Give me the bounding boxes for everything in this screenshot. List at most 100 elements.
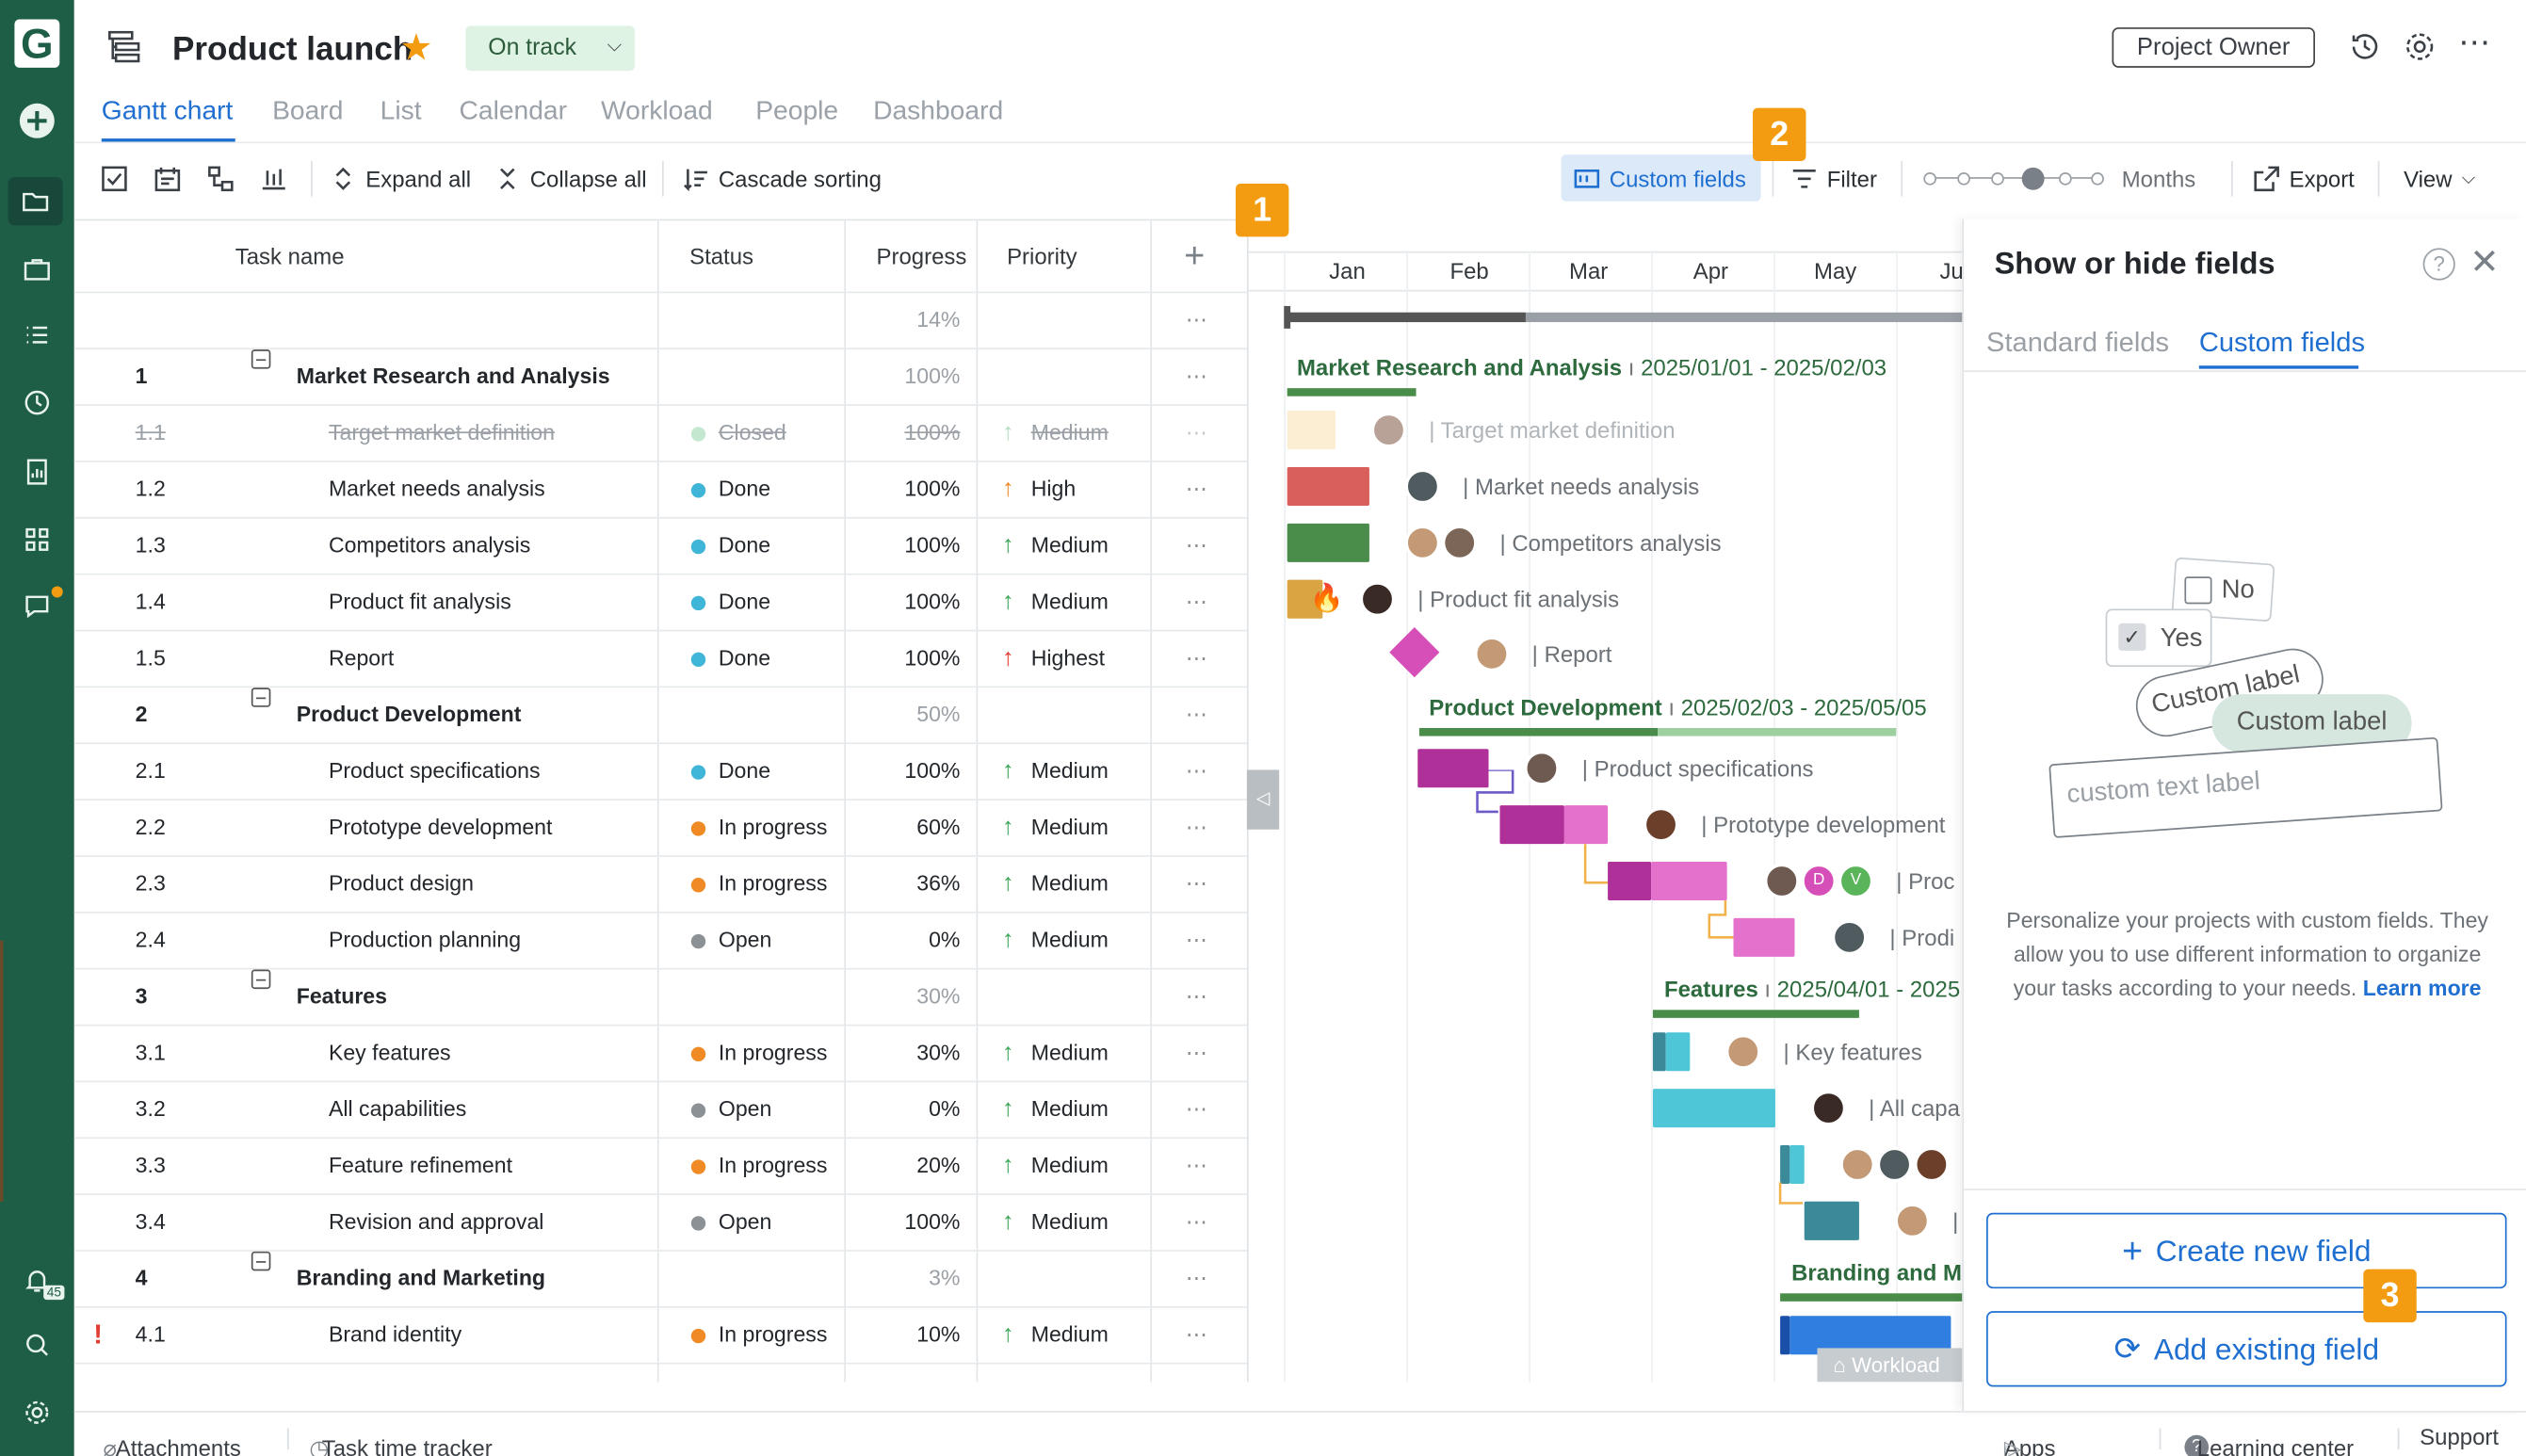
plus-circle-icon[interactable]: [0, 97, 74, 145]
gantt-bar[interactable]: [1789, 1144, 1805, 1184]
collapse-group-icon[interactable]: [251, 349, 271, 369]
row-menu-icon[interactable]: ⋯: [1186, 970, 1209, 1025]
tab-workload[interactable]: Workload: [601, 97, 713, 127]
tab-dashboard[interactable]: Dashboard: [873, 97, 1003, 127]
task-name[interactable]: Brand identity: [329, 1308, 461, 1363]
row-menu-icon[interactable]: ⋯: [1186, 1139, 1209, 1193]
tab-board[interactable]: Board: [272, 97, 343, 127]
task-name[interactable]: Production planning: [329, 914, 521, 968]
task-row[interactable]: 1.2 Market needs analysis Done 100% ↑ High ⋯: [73, 461, 1247, 517]
gantt-bar[interactable]: [1651, 861, 1727, 901]
tab-custom-fields[interactable]: Custom fields: [2199, 327, 2365, 359]
task-name[interactable]: Report: [329, 631, 394, 686]
row-menu-icon[interactable]: ⋯: [1186, 349, 1209, 404]
help-icon[interactable]: ?: [2422, 248, 2455, 281]
task-row[interactable]: 3.3 Feature refinement In progress 20% ↑ Medi…: [73, 1137, 1247, 1193]
zoom-slider-handle[interactable]: [2021, 167, 2045, 190]
task-name[interactable]: Target market definition: [329, 406, 555, 461]
column-header-status[interactable]: Status: [689, 220, 753, 291]
task-name[interactable]: Key features: [329, 1026, 451, 1080]
task-status[interactable]: Open: [687, 914, 771, 968]
task-status[interactable]: Open: [687, 1195, 771, 1250]
workload-tab[interactable]: ⌂ Workload: [1817, 1348, 1963, 1383]
row-menu-icon[interactable]: ⋯: [1186, 744, 1209, 799]
row-menu-icon[interactable]: ⋯: [1186, 1308, 1209, 1363]
gantt-bar[interactable]: [1665, 1032, 1691, 1072]
custom-fields-button[interactable]: Custom fields: [1561, 154, 1761, 202]
history-icon[interactable]: [2349, 30, 2381, 67]
tab-list[interactable]: List: [381, 97, 422, 127]
grid-icon[interactable]: [0, 515, 74, 563]
learning-center-button[interactable]: ? Learning center: [2184, 1424, 2354, 1456]
row-menu-icon[interactable]: ⋯: [1186, 1082, 1209, 1137]
learn-more-link[interactable]: Learn more: [2363, 976, 2482, 1000]
task-name[interactable]: Product design: [329, 857, 474, 912]
row-menu-icon[interactable]: ⋯: [1186, 293, 1209, 348]
filter-button[interactable]: Filter: [1791, 164, 1877, 193]
task-status[interactable]: In progress: [687, 1139, 827, 1193]
close-icon[interactable]: ✕: [2469, 242, 2500, 283]
row-menu-icon[interactable]: ⋯: [1186, 575, 1209, 630]
task-row[interactable]: 1.3 Competitors analysis Done 100% ↑ Medium ⋯: [73, 516, 1247, 574]
task-priority[interactable]: ↑ Highest: [999, 631, 1105, 686]
baseline-icon[interactable]: [261, 164, 286, 193]
task-status[interactable]: In progress: [687, 857, 827, 912]
row-menu-icon[interactable]: ⋯: [1186, 462, 1209, 517]
group-row[interactable]: 4 Branding and Marketing 3% ⋯: [73, 1250, 1247, 1306]
collapse-group-icon[interactable]: [251, 969, 271, 990]
gantt-bar[interactable]: [1652, 1032, 1666, 1072]
task-priority[interactable]: ↑ Medium: [999, 575, 1109, 630]
task-status[interactable]: Closed: [687, 406, 786, 461]
app-logo[interactable]: G: [14, 19, 60, 68]
gantt-bar[interactable]: [1287, 466, 1369, 507]
add-existing-field-button[interactable]: ⟳ Add existing field: [1986, 1311, 2507, 1387]
task-name[interactable]: Prototype development: [329, 801, 552, 855]
row-menu-icon[interactable]: ⋯: [1186, 1026, 1209, 1080]
collapse-group-icon[interactable]: [251, 688, 271, 707]
row-menu-icon[interactable]: ⋯: [1186, 1195, 1209, 1250]
create-new-field-button[interactable]: + Create new field: [1986, 1212, 2507, 1289]
collapse-group-icon[interactable]: [251, 1251, 271, 1271]
tab-standard-fields[interactable]: Standard fields: [1986, 327, 2169, 359]
task-row[interactable]: 3.1 Key features In progress 30% ↑ Medium ⋯: [73, 1024, 1247, 1081]
task-priority[interactable]: ↑ Medium: [999, 914, 1109, 968]
expand-all-button[interactable]: Expand all: [331, 164, 471, 193]
task-row[interactable]: ! 4.1 Brand identity In progress 10% ↑ Medium ⋯: [73, 1305, 1247, 1363]
row-menu-icon[interactable]: ⋯: [1186, 406, 1209, 461]
hierarchy-icon[interactable]: [208, 164, 234, 193]
project-tree-icon[interactable]: [106, 29, 142, 65]
task-name[interactable]: Revision and approval: [329, 1195, 544, 1250]
milestone-diamond[interactable]: [1389, 627, 1440, 678]
attachments-button[interactable]: ⌀ Attachments: [103, 1424, 240, 1456]
project-owner-button[interactable]: Project Owner: [2112, 27, 2315, 68]
tab-gantt-chart[interactable]: Gantt chart: [102, 97, 234, 127]
task-status[interactable]: Open: [687, 1082, 771, 1137]
group-name[interactable]: Features: [297, 970, 387, 1025]
task-time-tracker-button[interactable]: ◷ Task time tracker: [309, 1424, 492, 1456]
task-row[interactable]: 2.3 Product design In progress 36% ↑ Medium ⋯: [73, 855, 1247, 912]
gantt-bar[interactable]: [1287, 523, 1369, 562]
collapse-grid-handle[interactable]: ◁: [1246, 769, 1280, 830]
task-name[interactable]: Product fit analysis: [329, 575, 511, 630]
task-row[interactable]: 3.4 Revision and approval Open 100% ↑ Medium ⋯: [73, 1193, 1247, 1250]
task-row[interactable]: 2.4 Production planning Open 0% ↑ Medium ⋯: [73, 911, 1247, 968]
clock-icon[interactable]: [0, 379, 74, 427]
add-column-icon[interactable]: +: [1184, 220, 1205, 291]
gantt-bar[interactable]: [1804, 1201, 1859, 1240]
settings-icon[interactable]: [0, 1388, 74, 1436]
task-name[interactable]: Feature refinement: [329, 1139, 512, 1193]
chat-icon[interactable]: [0, 581, 74, 629]
task-status[interactable]: In progress: [687, 801, 827, 855]
task-row[interactable]: 1.5 Report Done 100% ↑ Highest ⋯: [73, 629, 1247, 687]
row-menu-icon[interactable]: ⋯: [1186, 801, 1209, 855]
cascade-sorting-button[interactable]: Cascade sorting: [683, 164, 882, 193]
column-header-progress[interactable]: Progress: [877, 220, 967, 291]
gantt-bar[interactable]: [1652, 1089, 1775, 1128]
list-icon[interactable]: [0, 311, 74, 359]
task-status[interactable]: Done: [687, 744, 770, 799]
group-row[interactable]: 3 Features 30% ⋯: [73, 967, 1247, 1025]
task-status[interactable]: Done: [687, 519, 770, 574]
gantt-bar[interactable]: [1780, 1316, 1790, 1355]
task-row[interactable]: 1.1 Target market definition Closed 100% ↑ Me…: [73, 404, 1247, 461]
gantt-bar[interactable]: [1608, 861, 1652, 901]
